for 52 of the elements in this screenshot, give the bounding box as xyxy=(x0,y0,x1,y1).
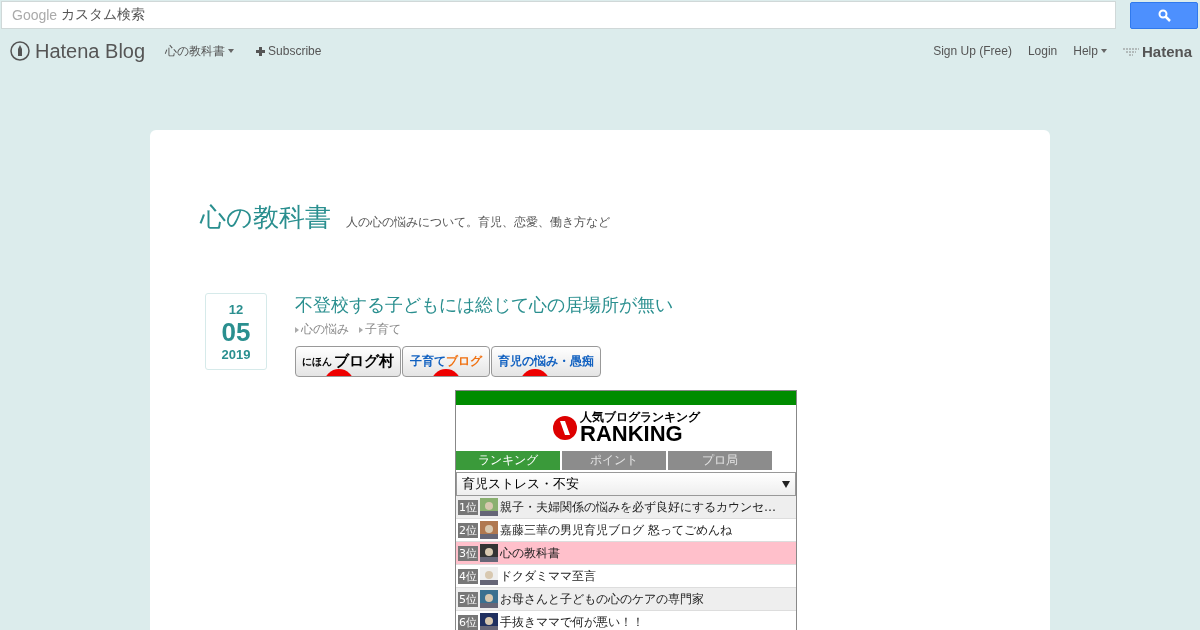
nav-link[interactable]: Login xyxy=(1027,44,1058,58)
blog-name: 嘉藤三華の男児育児ブログ 怒ってごめんね xyxy=(500,521,732,539)
google-brand: Google xyxy=(12,7,58,23)
rank-label: 4位 xyxy=(458,568,478,584)
blog-name: お母さんと子どもの心のケアの専門家 xyxy=(500,590,704,608)
category-link[interactable]: 子育て xyxy=(359,321,401,338)
category-select[interactable]: 育児ストレス・不安 xyxy=(456,472,796,496)
blog-name: ドクダミママ至言 xyxy=(500,567,596,585)
category-link[interactable]: 心の悩み xyxy=(295,321,349,338)
caret-icon xyxy=(1100,49,1107,53)
search-icon xyxy=(1157,8,1171,22)
hatena-logo[interactable]: Hatena xyxy=(1122,42,1192,60)
date-year: 2019 xyxy=(221,346,251,362)
ranking-row[interactable]: 1位 親子・夫婦関係の悩みを必ず良好にするカウンセ… xyxy=(456,496,796,519)
rank-label: 1位 xyxy=(458,499,478,515)
ranking-banner[interactable]: 子育てブログ xyxy=(402,346,490,377)
search-placeholder: カスタム検索 xyxy=(61,6,146,24)
blog-name: 心の教科書 xyxy=(500,544,560,562)
ranking-logo-icon xyxy=(552,415,578,441)
ranking-subtitle: 人気ブログランキング xyxy=(580,411,700,423)
ranking-logo: RANKING xyxy=(580,423,683,445)
date-day: 05 xyxy=(221,316,251,347)
caret-icon xyxy=(228,49,235,53)
rank-label: 6位 xyxy=(458,614,478,630)
ranking-banner[interactable]: 育児の悩み・愚痴 xyxy=(491,346,601,377)
ranking-row[interactable]: 2位 嘉藤三華の男児育児ブログ 怒ってごめんね xyxy=(456,519,796,542)
ranking-tab[interactable]: ランキング xyxy=(456,451,560,470)
triangle-icon xyxy=(359,326,363,333)
blog-name: 手抜きママで何が悪い！！ xyxy=(500,613,644,630)
blog-menu[interactable]: 心の教科書 xyxy=(165,42,235,60)
blog-title[interactable]: 心の教科書 xyxy=(200,200,331,235)
subscribe-link[interactable]: Subscribe xyxy=(256,44,322,58)
plus-icon xyxy=(256,46,266,56)
blog-description: 人の心の悩みについて。育児、恋愛、働き方など xyxy=(346,214,610,231)
hatena-blog-logo[interactable]: Hatena Blog xyxy=(10,39,146,63)
rank-label: 5位 xyxy=(458,591,478,607)
ranking-row[interactable]: 5位 お母さんと子どもの心のケアの専門家 xyxy=(456,588,796,611)
rank-label: 2位 xyxy=(458,522,478,538)
nav-link[interactable]: Sign Up (Free) xyxy=(933,44,1012,58)
triangle-icon xyxy=(295,326,299,333)
ranking-row[interactable]: 3位 心の教科書 xyxy=(456,542,796,565)
hatena-mark-icon xyxy=(1122,46,1139,56)
rank-label: 3位 xyxy=(458,545,478,561)
entry-title[interactable]: 不登校する子どもには総じて心の居場所が無い xyxy=(295,293,1000,317)
pen-icon xyxy=(10,41,30,61)
search-field[interactable]: Google カスタム検索 xyxy=(1,1,1116,29)
ranking-row[interactable]: 4位 ドクダミママ至言 xyxy=(456,565,796,588)
dropdown-icon xyxy=(782,480,790,488)
search-button[interactable] xyxy=(1130,1,1198,29)
nav-link[interactable]: Help xyxy=(1073,44,1107,58)
blog-name: 親子・夫婦関係の悩みを必ず良好にするカウンセ… xyxy=(500,498,776,516)
date-month: 12 xyxy=(228,301,244,317)
